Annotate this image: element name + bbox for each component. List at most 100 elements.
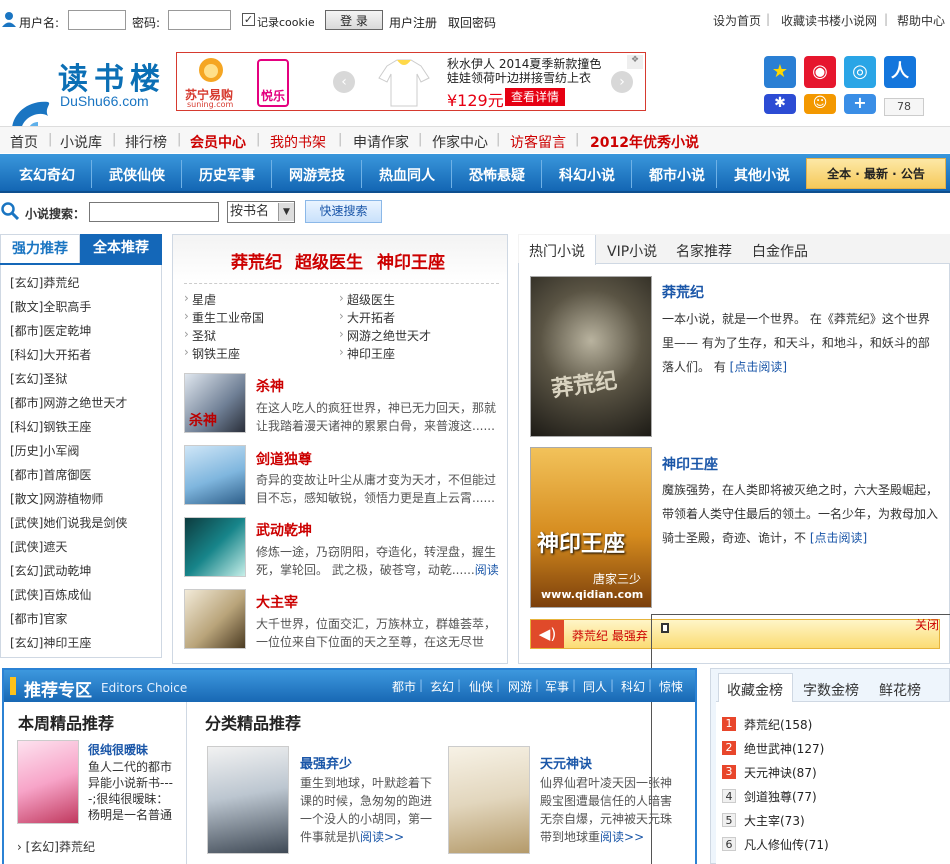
list-item[interactable]: › [玄幻]莽荒纪	[17, 838, 95, 855]
qzone-star-icon[interactable]: ★	[764, 56, 796, 88]
nav-cat-urban[interactable]: 都市小说	[649, 165, 705, 185]
nav-cat-scifi[interactable]: 科幻小说	[559, 165, 615, 185]
rec-cat-urban[interactable]: 都市	[392, 678, 416, 695]
nav-full-latest-notice[interactable]: 全本 · 最新 · 公告	[806, 158, 946, 189]
search-input[interactable]	[89, 202, 219, 222]
rank-item[interactable]: 剑道独尊(77)	[744, 788, 817, 805]
rec-cat-xianxia[interactable]: 仙侠	[469, 678, 493, 695]
read-link[interactable]: [点击阅读]	[810, 531, 867, 545]
nav-cat-history[interactable]: 历史军事	[199, 165, 255, 185]
list-item[interactable]: [玄幻]圣狱	[10, 370, 67, 387]
tab-hot[interactable]: 热门小说	[529, 241, 585, 261]
tencent-weibo-icon[interactable]: ◎	[844, 56, 876, 88]
username-input[interactable]	[68, 10, 126, 30]
tab-strong-recommend[interactable]: 强力推荐	[0, 234, 80, 263]
list-item[interactable]: 超级医生	[347, 291, 395, 308]
nav-guestbook[interactable]: 访客留言	[510, 132, 566, 152]
book-title-da-zhu-zai[interactable]: 大主宰	[256, 592, 298, 612]
list-item[interactable]: [武侠]她们说我是剑侠	[10, 514, 127, 531]
nav-cat-horror[interactable]: 恐怖悬疑	[469, 165, 525, 185]
login-button[interactable]: 登 录	[325, 10, 383, 30]
list-item[interactable]: [玄幻]武动乾坤	[10, 562, 91, 579]
nav-cat-other[interactable]: 其他小说	[734, 165, 790, 185]
book-title-wu-dong[interactable]: 武动乾坤	[256, 520, 312, 540]
close-popup-link[interactable]: 关闭	[915, 616, 939, 633]
register-link[interactable]: 用户注册	[389, 14, 437, 31]
kaixin-icon[interactable]: ☺	[804, 94, 836, 114]
nav-cat-game[interactable]: 网游竞技	[289, 165, 345, 185]
book-title-hen-chun[interactable]: 很纯很暧昧	[88, 741, 148, 758]
search-button[interactable]: 快速搜索	[305, 200, 382, 223]
list-item[interactable]: [历史]小军阀	[10, 442, 79, 459]
site-logo-text[interactable]: 读书楼	[58, 54, 166, 98]
read-link[interactable]: 阅读	[475, 563, 499, 577]
nav-apply-author[interactable]: 申请作家	[353, 132, 409, 152]
cover-da-zhu-zai[interactable]	[184, 589, 246, 649]
rank-item[interactable]: 绝世武神(127)	[744, 740, 824, 757]
book-title-zui-qiang[interactable]: 最强弃少	[300, 753, 352, 772]
search-type-select[interactable]: 按书名 ▼	[227, 201, 295, 223]
nav-bookshelf[interactable]: 我的书架	[270, 132, 326, 152]
list-item[interactable]: [科幻]钢铁王座	[10, 418, 91, 435]
remember-checkbox[interactable]: ✓	[242, 13, 255, 26]
cover-tian-yuan[interactable]	[448, 746, 530, 854]
list-item[interactable]: 钢铁王座	[192, 345, 240, 362]
list-item[interactable]: 星虐	[192, 291, 216, 308]
tab-platinum[interactable]: 白金作品	[752, 241, 808, 261]
headline-book-3[interactable]: 神印王座	[377, 248, 445, 273]
rank-item[interactable]: 天元神诀(87)	[744, 764, 817, 781]
nav-member-center[interactable]: 会员中心	[190, 132, 246, 152]
headline-book-2[interactable]: 超级医生	[295, 248, 363, 273]
book-title-jian-dao[interactable]: 剑道独尊	[256, 449, 312, 469]
rec-cat-military[interactable]: 军事	[545, 678, 569, 695]
set-home-link[interactable]: 设为首页	[713, 12, 761, 29]
list-item[interactable]: 网游之绝世天才	[347, 327, 431, 344]
banner-ad[interactable]: 苏宁易购 suning.com 悦乐 ‹ 秋水伊人 2014夏季新款撞色 娃娃领…	[176, 52, 646, 111]
nav-ranking[interactable]: 排行榜	[125, 132, 167, 152]
baidu-paw-icon[interactable]: ✱	[764, 94, 796, 114]
book-title-shen-yin-wang-zuo[interactable]: 神印王座	[662, 454, 718, 474]
rank-item[interactable]: 大主宰(73)	[744, 812, 805, 829]
tab-words-rank[interactable]: 字数金榜	[803, 680, 859, 700]
rec-cat-game[interactable]: 网游	[508, 678, 532, 695]
book-title-mang-huang-ji[interactable]: 莽荒纪	[662, 282, 704, 302]
cover-hen-chun[interactable]	[17, 740, 79, 824]
nav-cat-xuanhuan[interactable]: 玄幻奇幻	[19, 165, 75, 185]
list-item[interactable]: [武侠]遮天	[10, 538, 67, 555]
list-item[interactable]: [武侠]百炼成仙	[10, 586, 91, 603]
list-item[interactable]: 重生工业帝国	[192, 309, 264, 326]
list-item[interactable]: [散文]全职高手	[10, 298, 91, 315]
list-item[interactable]: 大开拓者	[347, 309, 395, 326]
rec-cat-thriller[interactable]: 惊悚	[659, 678, 683, 695]
ad-detail-button[interactable]: 查看详情	[505, 88, 565, 106]
list-item[interactable]: [散文]网游植物师	[10, 490, 103, 507]
list-item[interactable]: [玄幻]神印王座	[10, 634, 91, 651]
tab-completed-recommend[interactable]: 全本推荐	[80, 234, 162, 263]
weibo-icon[interactable]: ◉	[804, 56, 836, 88]
cover-zui-qiang[interactable]	[207, 746, 289, 854]
tab-favorites-rank[interactable]: 收藏金榜	[727, 680, 783, 700]
book-title-sha-shen[interactable]: 杀神	[256, 376, 284, 396]
headline-book-1[interactable]: 莽荒纪	[231, 248, 282, 273]
nav-library[interactable]: 小说库	[60, 132, 102, 152]
tab-vip[interactable]: VIP小说	[607, 241, 657, 261]
cover-sha-shen[interactable]: 杀神	[184, 373, 246, 433]
rank-item[interactable]: 凡人修仙传(71)	[744, 836, 829, 853]
nav-best-2012[interactable]: 2012年优秀小说	[590, 132, 699, 152]
renren-icon[interactable]: 人	[884, 56, 916, 88]
read-link[interactable]: [点击阅读]	[730, 360, 787, 374]
cover-mang-huang-ji[interactable]: 莽荒纪	[530, 276, 652, 437]
list-item[interactable]: [玄幻]莽荒纪	[10, 274, 79, 291]
cover-wu-dong[interactable]	[184, 517, 246, 577]
cover-shen-yin-wang-zuo[interactable]: 神印王座 唐家三少 www.qidian.com	[530, 447, 652, 608]
book-title-tian-yuan[interactable]: 天元神诀	[540, 753, 592, 772]
ad-prev-icon[interactable]: ‹	[333, 71, 355, 93]
password-input[interactable]	[168, 10, 231, 30]
list-item[interactable]: [都市]医定乾坤	[10, 322, 91, 339]
help-link[interactable]: 帮助中心	[897, 12, 945, 29]
nav-cat-fan[interactable]: 热血同人	[379, 165, 435, 185]
list-item[interactable]: 圣狱	[192, 327, 216, 344]
nav-cat-wuxia[interactable]: 武侠仙侠	[109, 165, 165, 185]
tab-famous[interactable]: 名家推荐	[676, 241, 732, 261]
list-item[interactable]: 神印王座	[347, 345, 395, 362]
